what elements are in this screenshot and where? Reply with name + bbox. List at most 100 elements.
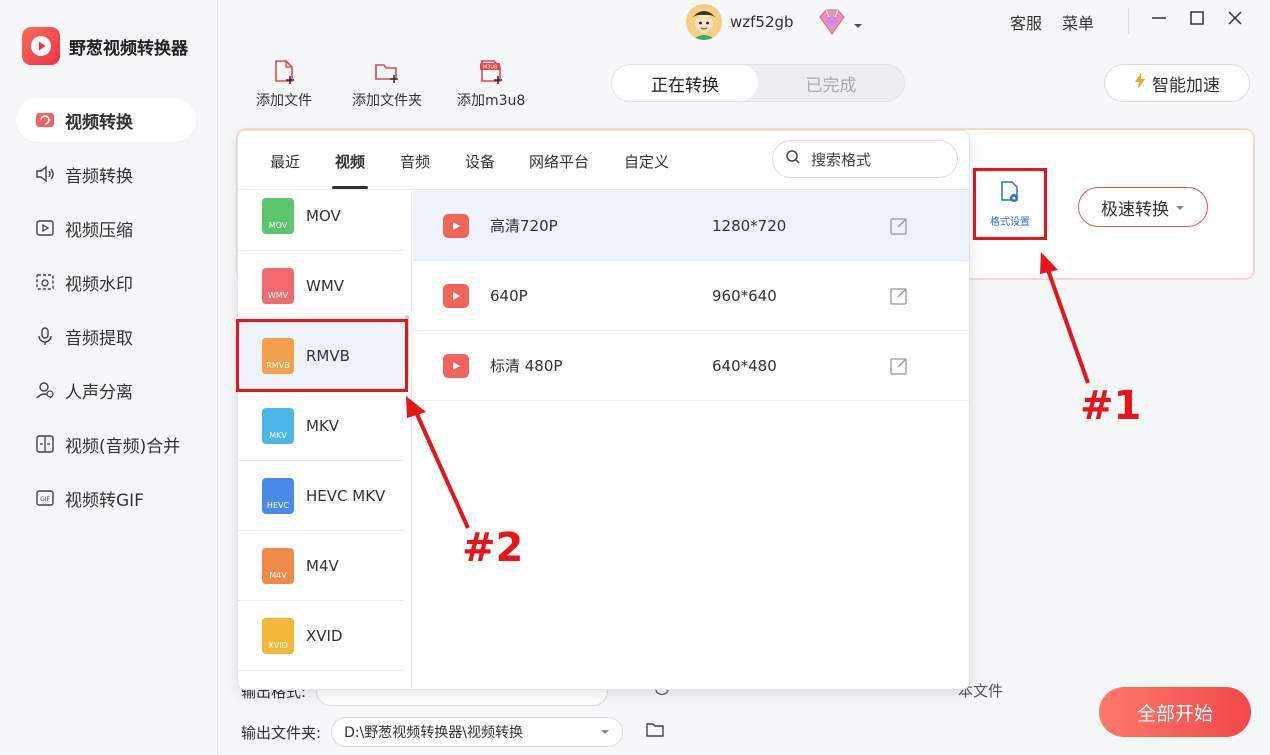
sidebar-nav: 视频转换 音频转换 视频压缩 视频水印 音频提取 人声分离 视频(音频)合并 G… — [16, 98, 196, 530]
tab-web-platform[interactable]: 网络平台 — [529, 151, 589, 172]
edit-icon[interactable] — [889, 356, 909, 376]
output-folder-label: 输出文件夹: — [241, 723, 322, 742]
audio-convert-icon — [34, 163, 56, 185]
format-item-mov[interactable]: MOV MOV — [238, 181, 404, 251]
add-folder-button[interactable]: 添加文件夹 — [352, 58, 422, 110]
sidebar-item-audio-convert[interactable]: 音频转换 — [16, 152, 196, 196]
wmv-file-icon: WMV — [262, 267, 294, 304]
lightning-icon — [1134, 72, 1146, 94]
preset-name: 640P — [490, 286, 528, 305]
add-file-button[interactable]: 添加文件 — [256, 58, 312, 110]
video-watermark-icon — [34, 271, 56, 293]
sidebar-item-video-compress[interactable]: 视频压缩 — [16, 206, 196, 250]
tab-audio[interactable]: 音频 — [400, 151, 430, 172]
preset-row[interactable]: 640P 960*640 — [413, 261, 969, 331]
format-badge-text: M4V — [269, 570, 287, 580]
minimize-icon[interactable] — [1150, 9, 1168, 31]
format-item-wmv[interactable]: WMV WMV — [238, 251, 404, 321]
preset-resolution: 640*480 — [712, 356, 777, 375]
close-icon[interactable] — [1226, 9, 1244, 31]
output-folder-row: 输出文件夹: D:\野葱视频转换器\视频转换 — [241, 717, 665, 747]
mkv-file-icon: MKV — [262, 407, 294, 444]
output-folder-select[interactable]: D:\野葱视频转换器\视频转换 — [331, 717, 624, 747]
sidebar-item-label: 视频转GIF — [65, 490, 144, 511]
search-icon — [785, 149, 801, 169]
format-settings-button[interactable]: 格式设置 — [973, 168, 1047, 240]
fast-convert-dropdown[interactable]: 极速转换 — [1078, 187, 1208, 227]
app-name: 野葱视频转换器 — [69, 38, 188, 59]
merge-icon — [34, 433, 56, 455]
format-badge-text: MOV — [268, 220, 288, 230]
video-convert-icon — [34, 109, 56, 131]
sidebar-item-label: 音频提取 — [65, 328, 133, 349]
vip-badge[interactable] — [815, 7, 863, 41]
annotation-label-2: #2 — [462, 525, 524, 571]
customer-service-link[interactable]: 客服 — [1010, 10, 1042, 34]
tab-recent[interactable]: 最近 — [270, 151, 300, 172]
annotation-label-1: #1 — [1080, 383, 1142, 429]
sidebar-item-merge[interactable]: 视频(音频)合并 — [16, 422, 196, 466]
sidebar-item-voice-separate[interactable]: 人声分离 — [16, 368, 196, 412]
app-logo-icon — [22, 27, 60, 65]
mov-file-icon: MOV — [262, 197, 294, 234]
menu-link[interactable]: 菜单 — [1062, 10, 1094, 34]
tab-completed[interactable]: 已完成 — [758, 65, 904, 101]
sidebar-item-video-watermark[interactable]: 视频水印 — [16, 260, 196, 304]
add-m3u8-button[interactable]: M3U8 添加m3u8 — [457, 58, 525, 110]
add-folder-icon — [373, 58, 401, 86]
start-all-button[interactable]: 全部开始 — [1099, 687, 1251, 737]
top-links: 客服 菜单 — [1010, 10, 1094, 34]
sidebar: 野葱视频转换器 视频转换 音频转换 视频压缩 视频水印 音频提取 人声分离 视频… — [0, 0, 218, 755]
tab-converting[interactable]: 正在转换 — [612, 65, 758, 101]
sidebar-item-audio-extract[interactable]: 音频提取 — [16, 314, 196, 358]
maximize-icon[interactable] — [1188, 9, 1206, 31]
format-name: MOV — [306, 206, 341, 225]
voice-separate-icon — [34, 379, 56, 401]
format-list: MOV MOV WMV WMV RMVB RMVB MKV MKV HEVC H… — [238, 191, 412, 689]
preset-name: 高清720P — [490, 217, 558, 235]
format-badge-text: XVID — [268, 640, 288, 650]
preset-row[interactable]: 高清720P 1280*720 — [413, 191, 969, 261]
format-settings-icon — [999, 180, 1021, 207]
preset-row[interactable]: 标清 480P 640*480 — [413, 331, 969, 401]
format-settings-label: 格式设置 — [990, 217, 1030, 228]
format-name: WMV — [306, 276, 345, 295]
format-search-input[interactable]: 搜索格式 — [772, 140, 958, 178]
format-badge-text: MKV — [269, 430, 287, 440]
tab-device[interactable]: 设备 — [465, 151, 495, 172]
smart-accelerate-button[interactable]: 智能加速 — [1104, 64, 1250, 102]
smart-accelerate-label: 智能加速 — [1152, 75, 1220, 96]
format-badge-text: HEVC — [266, 500, 290, 510]
add-file-icon — [270, 58, 298, 86]
preset-resolution: 1280*720 — [712, 216, 787, 235]
format-item-mkv[interactable]: MKV MKV — [238, 391, 404, 461]
annotation-box-rmvb — [236, 319, 408, 392]
chevron-down-icon — [853, 15, 863, 34]
output-folder-value: D:\野葱视频转换器\视频转换 — [344, 725, 523, 741]
brand: 野葱视频转换器 — [22, 27, 188, 65]
folder-icon[interactable] — [645, 721, 665, 743]
avatar[interactable] — [686, 4, 722, 40]
user-info[interactable]: wzf52gb — [686, 4, 794, 40]
caret-down-icon — [600, 724, 610, 740]
edit-icon[interactable] — [889, 216, 909, 236]
edit-icon[interactable] — [889, 286, 909, 306]
video-preset-icon — [443, 353, 469, 378]
preset-name: 标清 480P — [490, 357, 563, 375]
tab-video[interactable]: 视频 — [335, 151, 365, 172]
format-name: MKV — [306, 416, 340, 435]
sidebar-item-video-convert[interactable]: 视频转换 — [16, 98, 196, 142]
preset-resolution: 960*640 — [712, 286, 777, 305]
sidebar-item-label: 视频水印 — [65, 274, 133, 295]
format-item-m4v[interactable]: M4V M4V — [238, 531, 404, 601]
hevc-file-icon: HEVC — [262, 477, 294, 514]
tab-custom[interactable]: 自定义 — [624, 151, 669, 172]
video-preset-icon — [443, 213, 469, 238]
format-item-xvid[interactable]: XVID XVID — [238, 601, 404, 671]
gif-icon: GIF — [34, 487, 56, 509]
video-preset-icon — [443, 283, 469, 308]
sidebar-item-gif[interactable]: GIF 视频转GIF — [16, 476, 196, 520]
format-item-hevc-mkv[interactable]: HEVC HEVC MKV — [238, 461, 404, 531]
arrow-1-line — [1046, 269, 1090, 384]
sidebar-item-label: 视频(音频)合并 — [65, 436, 181, 457]
